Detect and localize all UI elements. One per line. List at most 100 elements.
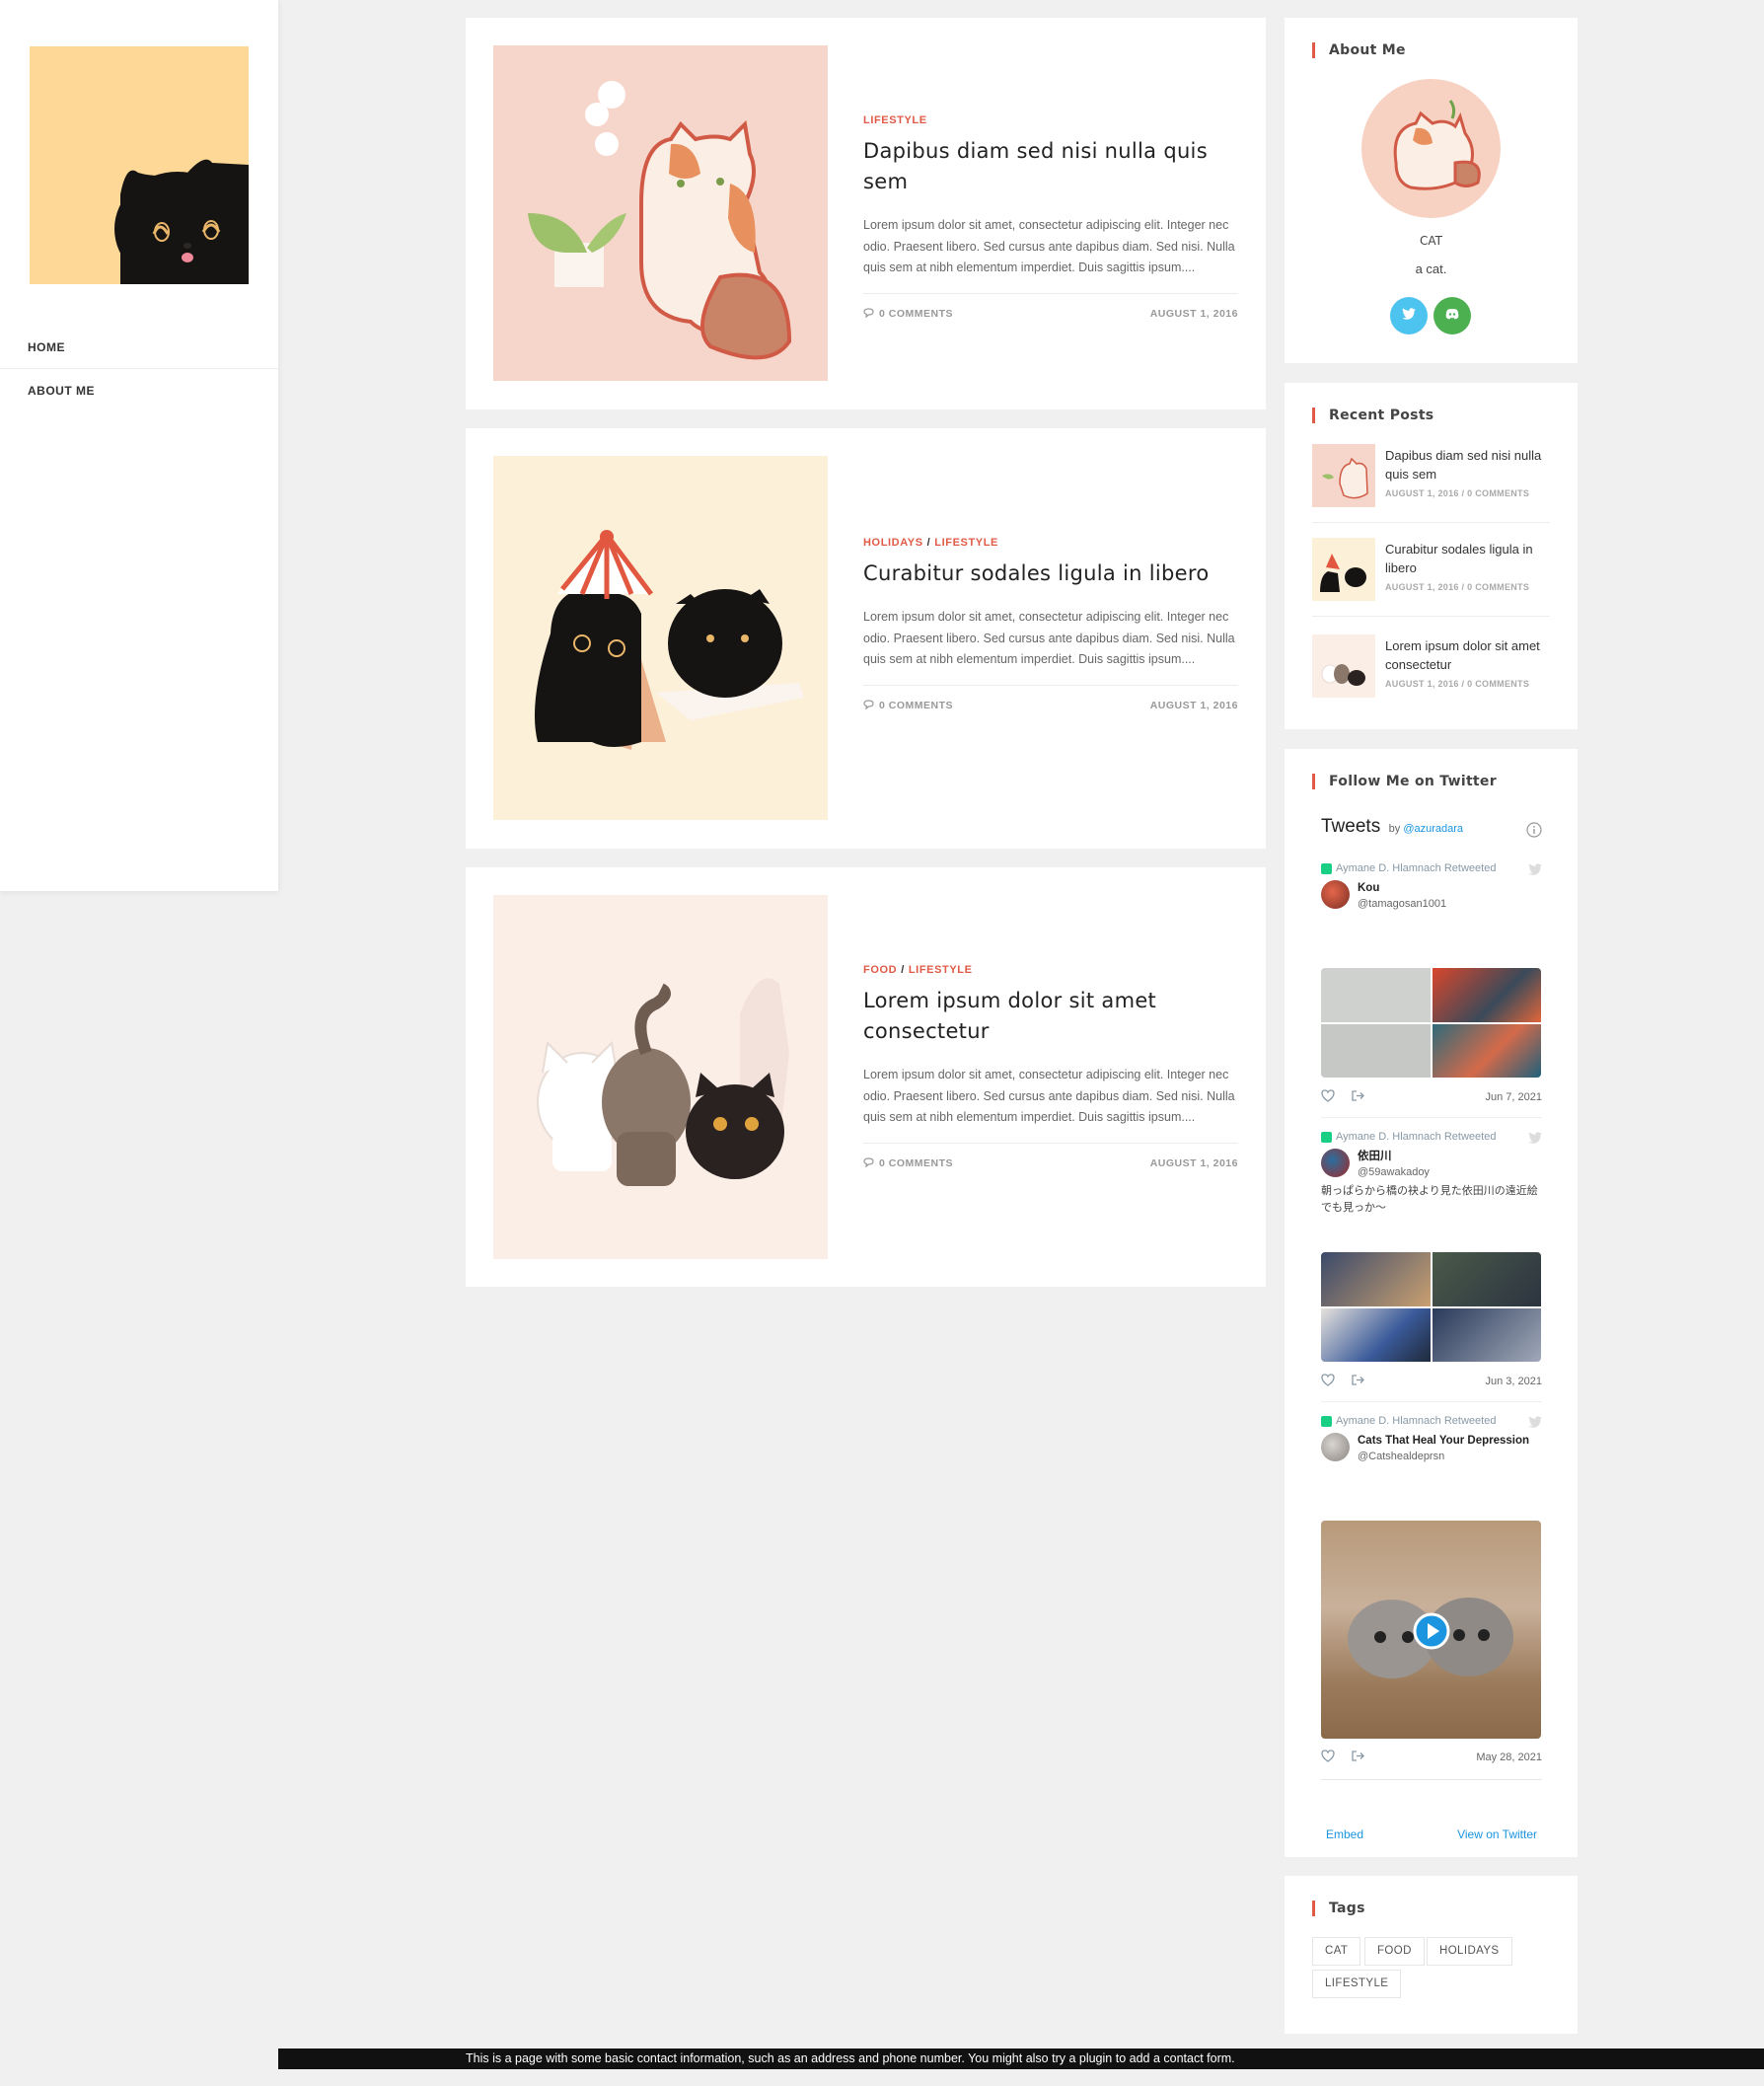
post-image[interactable] (493, 456, 828, 820)
tweet-photo[interactable] (1432, 1023, 1541, 1078)
author-name: 依田川 (1358, 1151, 1392, 1162)
recent-post-title[interactable]: Dapibus diam sed nisi nulla quis sem (1385, 446, 1549, 484)
recent-post-thumbnail[interactable] (1312, 444, 1375, 507)
recent-post-meta: AUGUST 1, 2016 / 0 COMMENTS (1385, 582, 1530, 592)
comment-icon (863, 1156, 874, 1170)
nav-item-home[interactable]: HOME (0, 326, 278, 369)
tweet[interactable]: Aymane D. Hlamnach Retweeted 依田川 @59awaka… (1321, 1131, 1542, 1217)
tweet-photo[interactable] (1432, 1252, 1541, 1306)
author-name: Kou (1358, 882, 1380, 894)
heart-icon[interactable] (1321, 1374, 1335, 1389)
play-button-icon[interactable] (1413, 1612, 1450, 1655)
recent-post-thumbnail[interactable] (1312, 538, 1375, 601)
share-icon[interactable] (1351, 1374, 1364, 1389)
recent-post-title[interactable]: Curabitur sodales ligula in libero (1385, 540, 1549, 577)
twitter-bird-icon[interactable] (1528, 1131, 1542, 1149)
post-excerpt: Lorem ipsum dolor sit amet, consectetur … (863, 1068, 1235, 1124)
category-link[interactable]: FOOD (863, 964, 897, 976)
tweet-media-grid[interactable] (1321, 1252, 1541, 1362)
share-icon[interactable] (1351, 1089, 1364, 1105)
comments-link[interactable]: 0 COMMENTS (863, 1156, 953, 1170)
discord-button[interactable] (1433, 297, 1471, 335)
post-title[interactable]: Dapibus diam sed nisi nulla quis sem (863, 136, 1238, 197)
post-excerpt: Lorem ipsum dolor sit amet, consectetur … (863, 610, 1235, 666)
tweet-photo[interactable] (1321, 1307, 1431, 1362)
author-handle: @tamagosan1001 (1358, 898, 1447, 910)
recent-post-item[interactable]: Curabitur sodales ligula in libero AUGUS… (1312, 538, 1550, 617)
info-icon[interactable] (1526, 822, 1542, 843)
comment-icon (863, 699, 874, 712)
post-excerpt: Lorem ipsum dolor sit amet, consectetur … (863, 218, 1235, 274)
twitter-bird-icon[interactable] (1528, 862, 1542, 880)
heart-icon[interactable] (1321, 1750, 1335, 1765)
retweet-label: Aymane D. Hlamnach Retweeted (1321, 1415, 1542, 1427)
post-categories: LIFESTYLE (863, 114, 1238, 126)
recent-post-thumbnail[interactable] (1312, 634, 1375, 698)
tag-food[interactable]: FOOD (1364, 1937, 1425, 1966)
post-date[interactable]: AUGUST 1, 2016 (1150, 700, 1238, 712)
tweet-photo[interactable] (1321, 1023, 1431, 1078)
tweet-photo[interactable] (1432, 1307, 1541, 1362)
tweet-actions: Jun 3, 2021 (1321, 1374, 1542, 1389)
tweet-photo[interactable] (1321, 968, 1431, 1022)
tag-cat[interactable]: CAT (1312, 1937, 1361, 1966)
twitter-icon (1402, 307, 1416, 325)
tweet-video[interactable] (1321, 1521, 1541, 1739)
heart-icon[interactable] (1321, 1089, 1335, 1105)
twitter-handle-link[interactable]: @azuradara (1403, 823, 1463, 835)
author-handle: @59awakadoy (1358, 1166, 1430, 1178)
recent-post-item[interactable]: Lorem ipsum dolor sit amet consectetur A… (1312, 634, 1550, 713)
tweet-actions: May 28, 2021 (1321, 1750, 1542, 1765)
retweet-label: Aymane D. Hlamnach Retweeted (1321, 862, 1542, 874)
recent-posts-widget: Recent Posts Dapibus diam sed nisi nulla… (1285, 383, 1578, 729)
post-image[interactable] (493, 45, 828, 381)
tweet-date[interactable]: Jun 3, 2021 (1486, 1376, 1543, 1387)
twitter-bird-icon[interactable] (1528, 1415, 1542, 1433)
tag-holidays[interactable]: HOLIDAYS (1427, 1937, 1512, 1966)
view-on-twitter-link[interactable]: View on Twitter (1457, 1827, 1537, 1841)
post-title[interactable]: Lorem ipsum dolor sit amet consectetur (863, 986, 1238, 1047)
category-link[interactable]: LIFESTYLE (863, 114, 927, 126)
about-me-widget: About Me CAT a cat. (1285, 18, 1578, 363)
category-link[interactable]: LIFESTYLE (934, 537, 998, 549)
tweet-author[interactable]: 依田川 @59awakadoy (1321, 1149, 1542, 1180)
comments-link[interactable]: 0 COMMENTS (863, 699, 953, 712)
tweet[interactable]: Aymane D. Hlamnach Retweeted Cats That H… (1321, 1415, 1542, 1464)
category-link[interactable]: LIFESTYLE (909, 964, 973, 976)
post-date[interactable]: AUGUST 1, 2016 (1150, 308, 1238, 321)
post-categories: HOLIDAYS / LIFESTYLE (863, 537, 998, 549)
twitter-button[interactable] (1390, 297, 1428, 335)
tweet-media-grid[interactable] (1321, 968, 1541, 1078)
site-logo[interactable] (30, 46, 249, 284)
divider (1321, 1779, 1542, 1780)
post-card: HOLIDAYS / LIFESTYLE Curabitur sodales lig… (466, 428, 1266, 849)
tweet-text: 朝っぱらから橋の袂より見た依田川の遠近絵でも見っか〜 (1321, 1185, 1538, 1214)
post-card: FOOD / LIFESTYLE Lorem ipsum dolor sit ame… (466, 867, 1266, 1287)
tweet-author[interactable]: Cats That Heal Your Depression @Catsheald… (1321, 1433, 1542, 1464)
tags-widget: Tags CAT FOOD HOLIDAYS LIFESTYLE (1285, 1876, 1578, 2034)
avatar (1321, 880, 1350, 909)
recent-post-title[interactable]: Lorem ipsum dolor sit amet consectetur (1385, 636, 1549, 674)
post-meta: 0 COMMENTS AUGUST 1, 2016 (863, 292, 1238, 321)
tweet[interactable]: Aymane D. Hlamnach Retweeted Kou @tamagos… (1321, 862, 1542, 912)
post-title[interactable]: Curabitur sodales ligula in libero (863, 559, 1238, 589)
avatar (1321, 1149, 1350, 1177)
post-date[interactable]: AUGUST 1, 2016 (1150, 1157, 1238, 1170)
embed-link[interactable]: Embed (1326, 1827, 1363, 1841)
post-body: FOOD / LIFESTYLE Lorem ipsum dolor sit ame… (863, 964, 1238, 1170)
tweets-heading: Tweets (1321, 816, 1381, 837)
category-link[interactable]: HOLIDAYS (863, 537, 923, 549)
tag-lifestyle[interactable]: LIFESTYLE (1312, 1970, 1402, 1998)
comments-link[interactable]: 0 COMMENTS (863, 307, 953, 321)
nav-item-about-me[interactable]: ABOUT ME (0, 369, 278, 412)
recent-post-item[interactable]: Dapibus diam sed nisi nulla quis sem AUG… (1312, 444, 1550, 523)
recent-post-meta: AUGUST 1, 2016 / 0 COMMENTS (1385, 679, 1530, 689)
tweet-photo[interactable] (1321, 1252, 1431, 1306)
tweet-date[interactable]: Jun 7, 2021 (1486, 1091, 1543, 1103)
share-icon[interactable] (1351, 1750, 1364, 1765)
tweet-author[interactable]: Kou @tamagosan1001 (1321, 880, 1542, 912)
tweet-photo[interactable] (1432, 968, 1541, 1022)
post-image[interactable] (493, 895, 828, 1259)
author-handle: @Catshealdeprsn (1358, 1451, 1445, 1462)
tweet-date[interactable]: May 28, 2021 (1476, 1751, 1542, 1763)
